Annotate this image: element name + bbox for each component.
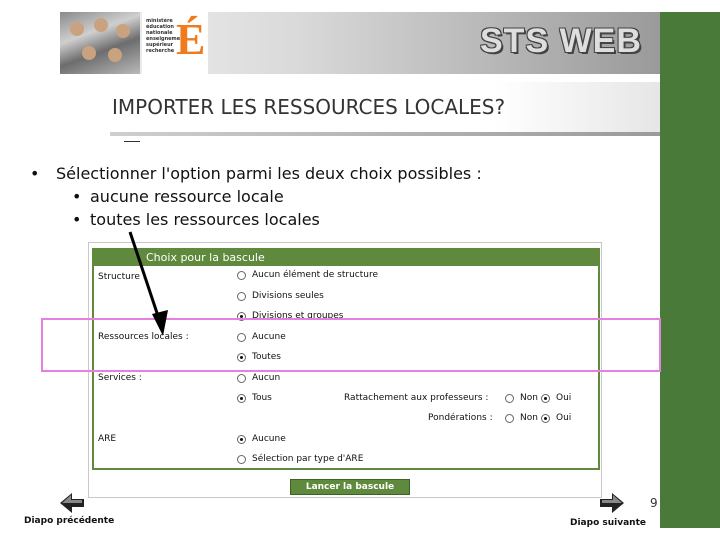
radio-selected-icon[interactable] — [237, 434, 246, 444]
rattachement-label: Rattachement aux professeurs : — [344, 393, 489, 403]
services-option-all[interactable]: Tous — [237, 393, 272, 403]
structure-option-divisions[interactable]: Divisions seules — [237, 291, 324, 301]
radio-icon[interactable] — [237, 373, 246, 383]
radio-selected-icon[interactable] — [541, 393, 550, 403]
previous-slide-link[interactable]: Diapo précédente — [24, 516, 114, 526]
sub-bullet-all: toutes les ressources locales — [28, 208, 482, 231]
ponderations-option-non[interactable]: Non — [505, 413, 538, 423]
form-header: Choix pour la bascule — [94, 250, 598, 266]
structure-option-none[interactable]: Aucun élément de structure — [237, 270, 378, 280]
title-dash — [124, 141, 140, 142]
radio-selected-icon[interactable] — [541, 413, 550, 423]
ponderations-option-oui[interactable]: Oui — [541, 413, 571, 423]
form-header-title: Choix pour la bascule — [146, 251, 265, 264]
radio-icon[interactable] — [505, 413, 514, 423]
bullet-main: Sélectionner l'option parmi les deux cho… — [28, 162, 482, 185]
launch-bascule-button[interactable]: Lancer la bascule — [290, 479, 410, 495]
ministry-logo-letter: É — [176, 15, 206, 64]
page-number: 9 — [650, 496, 658, 510]
structure-label: Structure : — [98, 272, 146, 282]
radio-selected-icon[interactable] — [237, 393, 246, 403]
services-option-none[interactable]: Aucun — [237, 373, 280, 383]
radio-icon[interactable] — [237, 270, 246, 280]
rattachement-option-oui[interactable]: Oui — [541, 393, 571, 403]
ponderations-label: Pondérations : — [428, 413, 493, 423]
page-title: IMPORTER LES RESSOURCES LOCALES? — [112, 95, 506, 119]
highlight-box — [41, 318, 661, 372]
rattachement-option-non[interactable]: Non — [505, 393, 538, 403]
bullet-list: Sélectionner l'option parmi les deux cho… — [28, 162, 482, 231]
radio-icon[interactable] — [237, 291, 246, 301]
services-label: Services : — [98, 373, 142, 383]
side-strip — [660, 12, 720, 528]
are-label: ARE — [98, 434, 117, 444]
radio-icon[interactable] — [505, 393, 514, 403]
banner-photo — [60, 12, 140, 74]
sub-bullet-none: aucune ressource locale — [28, 185, 482, 208]
title-underline — [110, 132, 660, 136]
are-option-none[interactable]: Aucune — [237, 434, 286, 444]
arrow-right-icon[interactable] — [600, 492, 624, 514]
arrow-left-icon[interactable] — [60, 492, 84, 514]
are-option-by-type[interactable]: Sélection par type d'ARE — [237, 454, 363, 464]
app-title: STS WEB — [480, 22, 642, 60]
ministry-logo-text: ministère éducation nationale enseigneme… — [146, 18, 187, 54]
radio-icon[interactable] — [237, 454, 246, 464]
next-slide-link[interactable]: Diapo suivante — [570, 518, 646, 528]
